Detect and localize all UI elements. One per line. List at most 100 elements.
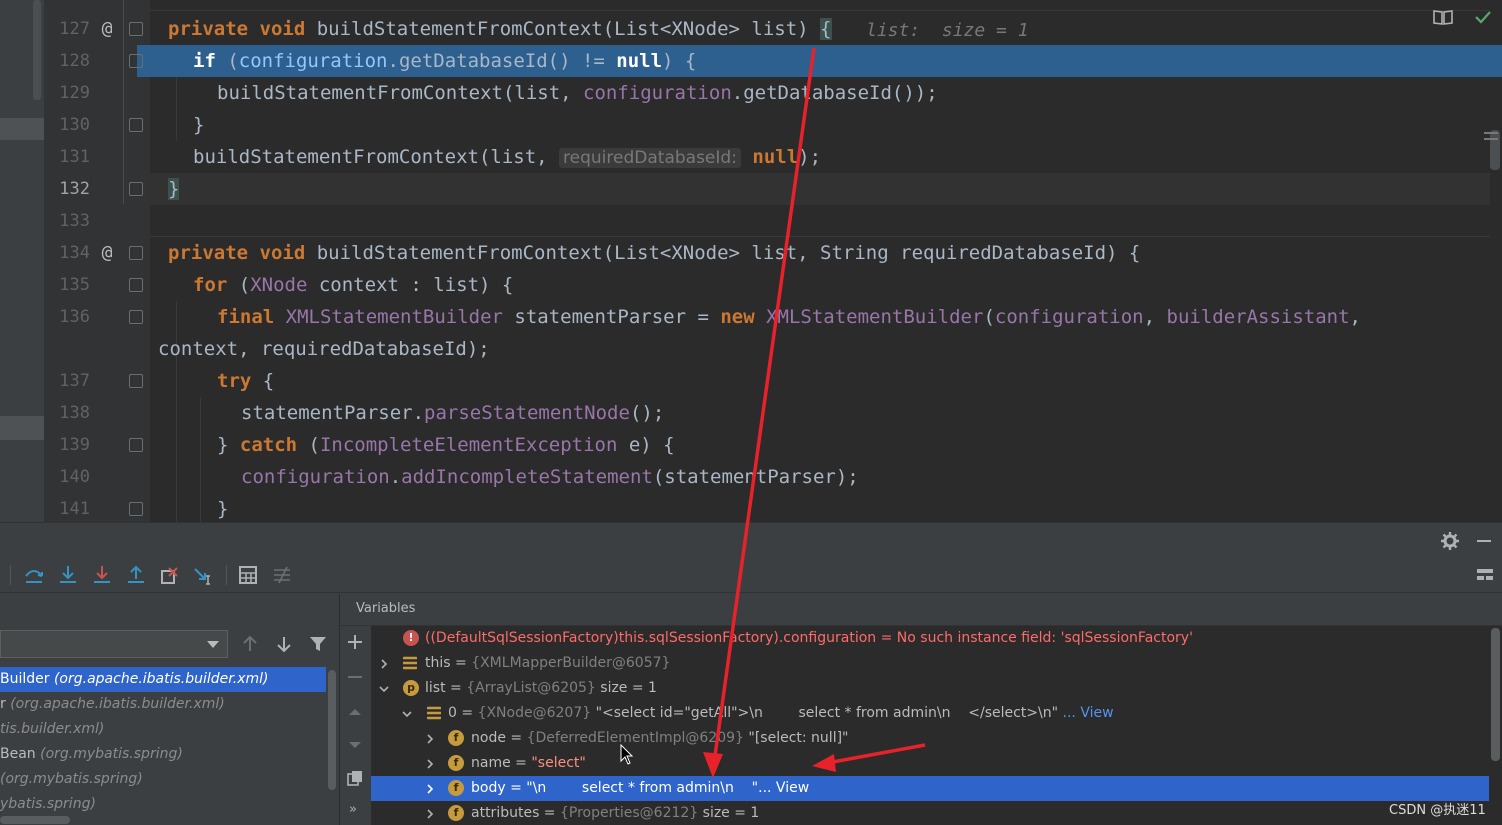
step-over-icon[interactable] — [23, 564, 45, 586]
minimize-icon[interactable] — [1474, 531, 1494, 551]
fold-icon[interactable] — [129, 374, 143, 388]
code-line[interactable]: private void buildStatementFromContext(L… — [168, 237, 1140, 269]
parameter-icon: p — [403, 680, 419, 696]
layout-icon[interactable] — [1474, 564, 1496, 586]
code-line[interactable]: } — [168, 173, 180, 205]
fold-icon[interactable] — [129, 502, 143, 516]
code-line-execution[interactable]: if (configuration.getDatabaseId() != nul… — [193, 45, 696, 77]
evaluate-expression-icon[interactable] — [237, 564, 259, 586]
arrow-up-icon[interactable] — [241, 635, 259, 653]
caret-row — [150, 173, 1490, 205]
line-number: 130 — [59, 115, 90, 135]
drop-frame-icon[interactable] — [159, 564, 181, 586]
field-icon: f — [448, 805, 464, 821]
field-icon: f — [448, 730, 464, 746]
code-line[interactable]: private void buildStatementFromContext(L… — [168, 13, 832, 45]
line-number: 133 — [59, 211, 90, 231]
move-up-icon[interactable] — [347, 704, 363, 720]
code-line[interactable]: statementParser.parseStatementNode(); — [241, 397, 664, 429]
project-panel-edge — [0, 0, 44, 522]
line-number: 136 — [59, 307, 90, 327]
step-out-icon[interactable] — [125, 564, 147, 586]
project-row — [0, 416, 44, 440]
fold-icon[interactable] — [129, 438, 143, 452]
more-icon[interactable]: » — [349, 802, 357, 817]
frame-item[interactable]: r (org.apache.ibatis.builder.xml) — [0, 692, 326, 717]
view-link[interactable]: ... View — [758, 780, 809, 796]
trace-icon[interactable] — [271, 564, 293, 586]
variable-row[interactable]: f node = {DeferredElementImpl@6209} "[se… — [371, 726, 1489, 751]
frame-item[interactable]: Bean (org.mybatis.spring) — [0, 742, 326, 767]
code-line[interactable]: } — [193, 109, 204, 141]
step-into-icon[interactable] — [57, 564, 79, 586]
code-line[interactable]: buildStatementFromContext(list, required… — [193, 141, 821, 173]
fold-icon[interactable] — [129, 54, 143, 68]
editor-scrollbar[interactable] — [1484, 0, 1502, 522]
expand-arrow-icon[interactable] — [379, 659, 389, 669]
fold-icon[interactable] — [129, 278, 143, 292]
frame-item[interactable]: Builder (org.apache.ibatis.builder.xml) — [0, 667, 326, 692]
code-line[interactable]: configuration.addIncompleteStatement(sta… — [241, 461, 859, 493]
variable-row[interactable]: 0 = {XNode@6207} "<select id="getAll">\n… — [371, 701, 1489, 726]
move-down-icon[interactable] — [347, 737, 363, 753]
variables-side-toolbar: » — [341, 594, 371, 825]
frame-item[interactable]: tis.builder.xml) — [0, 717, 326, 742]
frames-pane: Builder (org.apache.ibatis.builder.xml) … — [0, 594, 340, 825]
code-line[interactable]: buildStatementFromContext(list, configur… — [217, 77, 938, 109]
view-link[interactable]: ... View — [1058, 705, 1114, 721]
code-line[interactable]: } — [217, 493, 228, 522]
collapse-arrow-icon[interactable] — [379, 684, 389, 694]
code-editor[interactable]: 127 128 129 130 131 132 133 134 135 136 … — [0, 0, 1502, 522]
fold-icon[interactable] — [129, 22, 143, 36]
code-line[interactable]: } catch (IncompleteElementException e) { — [217, 429, 675, 461]
line-number: 131 — [59, 147, 90, 167]
reader-mode-icon[interactable] — [1433, 9, 1453, 25]
error-icon: ! — [403, 630, 419, 646]
thread-selector[interactable] — [0, 630, 228, 658]
expand-arrow-icon[interactable] — [425, 784, 435, 794]
fold-icon[interactable] — [129, 182, 143, 196]
filter-icon[interactable] — [309, 635, 327, 653]
variable-row[interactable]: f name = "select" — [371, 751, 1489, 776]
parameter-hint: requiredDatabaseId: — [559, 148, 741, 168]
arrow-down-icon[interactable] — [275, 635, 293, 653]
variables-header: Variables — [341, 594, 1502, 626]
variable-row[interactable]: p list = {ArrayList@6205} size = 1 — [371, 676, 1489, 701]
expand-arrow-icon[interactable] — [425, 759, 435, 769]
line-number: 134 — [59, 243, 90, 263]
project-scrollbar[interactable] — [33, 0, 41, 100]
frame-item[interactable]: (org.mybatis.spring) — [0, 767, 326, 792]
chevron-down-icon — [207, 641, 219, 648]
variable-row[interactable]: this = {XMLMapperBuilder@6057} — [371, 651, 1489, 676]
override-marker-icon[interactable]: @ — [96, 13, 118, 45]
fold-icon[interactable] — [129, 246, 143, 260]
frame-item[interactable]: ybatis.spring) — [0, 792, 326, 817]
code-line[interactable]: try { — [217, 365, 274, 397]
code-line[interactable]: for (XNode context : list) { — [193, 269, 513, 301]
variable-row-error[interactable]: ! ((DefaultSqlSessionFactory)this.sqlSes… — [371, 626, 1489, 651]
copy-icon[interactable] — [347, 770, 363, 786]
remove-watch-icon[interactable] — [347, 669, 363, 685]
code-line-wrapped[interactable]: context, requiredDatabaseId); — [158, 333, 490, 365]
debug-header — [0, 523, 1502, 557]
fold-icon[interactable] — [129, 118, 143, 132]
add-watch-icon[interactable] — [347, 634, 363, 650]
method-bracket-line — [123, 0, 124, 204]
line-number: 127 — [59, 19, 90, 39]
variable-row-selected[interactable]: f body = "\n select * from admin\n "... … — [371, 776, 1489, 801]
gear-icon[interactable] — [1440, 531, 1460, 551]
frames-scrollbar[interactable] — [326, 664, 338, 824]
variables-scrollbar[interactable] — [1489, 625, 1502, 825]
field-icon: f — [448, 755, 464, 771]
variable-row[interactable]: f attributes = {Properties@6212} size = … — [371, 801, 1489, 825]
override-marker-icon[interactable]: @ — [96, 237, 118, 269]
expand-arrow-icon[interactable] — [425, 809, 435, 819]
force-step-into-icon[interactable] — [91, 564, 113, 586]
expand-arrow-icon[interactable] — [425, 734, 435, 744]
line-number: 141 — [59, 499, 90, 519]
fold-icon[interactable] — [129, 310, 143, 324]
frames-hscrollbar[interactable] — [0, 816, 70, 824]
collapse-arrow-icon[interactable] — [402, 709, 412, 719]
run-to-cursor-icon[interactable] — [193, 564, 215, 586]
code-line[interactable]: final XMLStatementBuilder statementParse… — [217, 301, 1361, 333]
